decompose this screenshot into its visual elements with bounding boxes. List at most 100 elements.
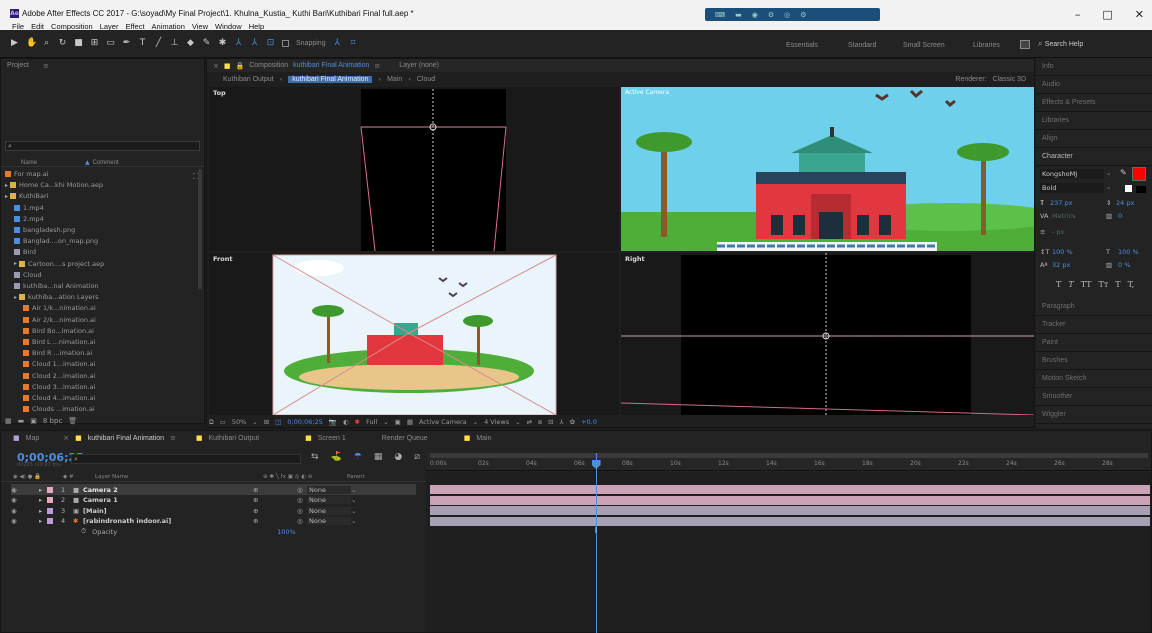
expand-arrow-icon[interactable]: ▸ xyxy=(14,294,17,301)
layer-duration-bar[interactable] xyxy=(430,495,1150,505)
shy-layers-icon[interactable]: ☂ xyxy=(354,452,362,462)
exposure-value[interactable]: +0.0 xyxy=(581,418,597,426)
viewport-right[interactable]: Right xyxy=(621,253,1034,415)
collapse-switch-icon[interactable]: ⊕ xyxy=(253,496,297,504)
timeline-tab-screen-1[interactable]: Screen 1 xyxy=(318,435,346,442)
tray-icon[interactable]: ◉ xyxy=(752,11,758,19)
layer-duration-bar[interactable] xyxy=(430,485,1150,494)
work-area-bar[interactable] xyxy=(430,453,1148,458)
search-help-field[interactable]: ⌕ Search Help xyxy=(1038,39,1152,50)
new-comp-icon[interactable]: ▣ xyxy=(30,417,37,425)
timeline-tab-kuthibari-output[interactable]: Kuthibari Output xyxy=(209,435,260,442)
parent-pickwhip-icon[interactable]: ◎ xyxy=(297,486,307,494)
viewport-top[interactable]: Top xyxy=(209,87,619,251)
breadcrumb-cloud[interactable]: Cloud xyxy=(417,76,435,83)
tray-icon[interactable]: ⚙ xyxy=(800,11,806,19)
visibility-eye-icon[interactable]: ◉ xyxy=(11,486,39,494)
breadcrumb-active[interactable]: kuthibari Final Animation xyxy=(288,75,373,83)
lock-icon[interactable]: 🔒 xyxy=(236,62,245,70)
close-tab-icon[interactable]: × xyxy=(213,62,219,70)
brush-tool-icon[interactable]: ╱ xyxy=(154,39,163,48)
layer-name-column[interactable]: Layer Name xyxy=(95,474,128,480)
timeline-tab-active[interactable]: kuthibari Final Animation xyxy=(88,435,164,442)
motion-blur-icon[interactable]: ◕ xyxy=(394,452,402,462)
frame-blending-icon[interactable]: ▦ xyxy=(374,452,383,462)
mask-visibility-icon[interactable]: ◫ xyxy=(275,418,281,426)
axis-local-icon[interactable]: ⅄ xyxy=(234,39,243,48)
project-item[interactable]: 1.mp4 xyxy=(1,203,44,213)
clone-stamp-tool-icon[interactable]: ⊥ xyxy=(170,39,179,48)
project-item[interactable]: Cloud 2...imation.ai xyxy=(1,371,95,381)
parent-dropdown[interactable]: None xyxy=(307,506,351,515)
parent-pickwhip-icon[interactable]: ◎ xyxy=(297,517,307,525)
view-layout-dropdown[interactable]: 4 Views xyxy=(484,418,509,426)
rotate-tool-icon[interactable]: ↻ xyxy=(58,39,67,48)
always-preview-icon[interactable]: ⧉ xyxy=(209,418,214,427)
camera-view-dropdown[interactable]: Active Camera xyxy=(419,418,467,426)
project-panel-menu-icon[interactable]: ≡ xyxy=(43,62,49,70)
show-channel-icon[interactable]: ◐ xyxy=(343,418,349,426)
fast-previews-icon[interactable]: ⧈ xyxy=(538,418,542,427)
panel-brushes[interactable]: Brushes xyxy=(1036,352,1152,370)
snapping-checkbox[interactable] xyxy=(282,40,289,47)
panel-effects-presets[interactable]: Effects & Presets xyxy=(1036,94,1152,112)
viewport-active-camera[interactable]: Active Camera xyxy=(621,87,1034,251)
chevron-down-icon[interactable]: ⌄ xyxy=(473,418,478,426)
exposure-icon[interactable]: ✿ xyxy=(570,418,575,426)
panel-character[interactable]: Character xyxy=(1036,148,1152,166)
label-color-swatch[interactable] xyxy=(47,507,53,514)
project-item[interactable]: Bird R ...imation.ai xyxy=(1,348,92,358)
tray-icon[interactable]: ◎ xyxy=(784,11,790,19)
hand-tool-icon[interactable]: ✋ xyxy=(26,39,37,48)
project-item[interactable]: Cloud 3...imation.ai xyxy=(1,382,95,392)
timeline-layer-row[interactable]: ◉ ▸ 1 ■ Camera 2 ⊕ ◎ None ⌄ xyxy=(11,484,416,495)
sync-settings-icon[interactable] xyxy=(1020,40,1030,49)
font-family-field[interactable]: KongshoMJ xyxy=(1040,169,1104,179)
toggle-pixel-aspect-icon[interactable]: ⇄ xyxy=(527,418,532,426)
chevron-down-icon[interactable]: ⌄ xyxy=(1106,183,1111,191)
puppet-tool-icon[interactable]: ✱ xyxy=(218,39,227,48)
project-item[interactable]: Air 2/k...nimation.ai xyxy=(1,315,96,325)
horizontal-scale-value[interactable]: 100 % xyxy=(1118,248,1139,256)
visibility-eye-icon[interactable]: ◉ xyxy=(11,496,39,504)
comp-mini-flowchart-icon[interactable]: ⇆ xyxy=(311,452,319,462)
layer-name[interactable]: [rabindronath indoor.ai] xyxy=(83,517,253,525)
workspace-standard[interactable]: Standard xyxy=(848,42,903,49)
snapshot-camera-icon[interactable]: 📷 xyxy=(329,418,337,426)
project-item[interactable]: Clouds ...imation.ai xyxy=(1,404,95,414)
small-caps-button[interactable]: Tт xyxy=(1099,280,1109,289)
panel-menu-icon[interactable]: ≡ xyxy=(170,434,176,442)
kerning-value[interactable]: Metrics xyxy=(1052,212,1076,220)
panel-info[interactable]: Info xyxy=(1036,58,1152,76)
expand-arrow-icon[interactable]: ▸ xyxy=(5,182,8,189)
chevron-down-icon[interactable]: ⌄ xyxy=(383,418,388,426)
chevron-down-icon[interactable]: ⌄ xyxy=(1106,169,1111,177)
eraser-tool-icon[interactable]: ◆ xyxy=(186,39,195,48)
project-item[interactable]: Cloud 4...imation.ai xyxy=(1,393,95,403)
project-item[interactable]: Air 1/k...nimation.ai xyxy=(1,303,96,313)
layer-name[interactable]: [Main] xyxy=(83,507,253,515)
tray-icon[interactable]: ▬ xyxy=(735,11,742,19)
zoom-tool-icon[interactable]: ⌕ xyxy=(42,39,51,48)
composition-tab-name[interactable]: kuthibari Final Animation xyxy=(293,62,369,69)
tracking-value[interactable]: 0 xyxy=(1118,212,1122,220)
layer-duration-bar[interactable] xyxy=(430,506,1150,515)
keyboard-icon[interactable]: ⌨ xyxy=(715,11,725,19)
stopwatch-icon[interactable]: ⏱ xyxy=(81,527,86,536)
chevron-down-icon[interactable]: ⌄ xyxy=(351,507,356,515)
renderer-value[interactable]: Classic 3D xyxy=(993,76,1026,83)
parent-pickwhip-icon[interactable]: ◎ xyxy=(297,496,307,504)
layer-name[interactable]: Camera 2 xyxy=(83,486,253,494)
type-tool-icon[interactable]: T xyxy=(138,39,147,48)
all-caps-button[interactable]: TT xyxy=(1081,280,1092,289)
expand-arrow-icon[interactable]: ▸ xyxy=(5,193,8,200)
timeline-tab-main[interactable]: Main xyxy=(476,435,491,442)
layer-tab[interactable]: Layer (none) xyxy=(399,62,439,69)
project-item[interactable]: ▸ Home Ca...khi Motion.aep xyxy=(1,180,103,190)
interpret-footage-icon[interactable]: ▦ xyxy=(5,417,12,425)
parent-dropdown[interactable]: None xyxy=(307,517,351,525)
grid-icon[interactable]: ⊞ xyxy=(264,418,269,426)
visibility-eye-icon[interactable]: ◉ xyxy=(11,507,39,515)
column-name[interactable]: Name xyxy=(21,160,37,166)
layer-duration-bar[interactable] xyxy=(430,516,1150,526)
